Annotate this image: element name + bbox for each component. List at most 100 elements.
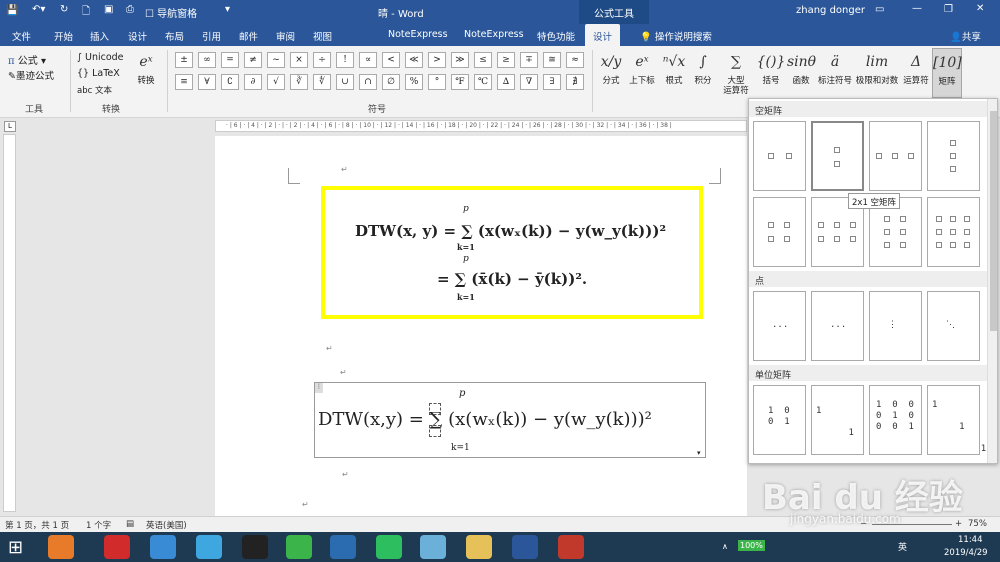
symbol-button[interactable]: ∓ (520, 52, 538, 68)
tab-insert[interactable]: 插入 (90, 29, 109, 43)
gallery-scrollbar[interactable] (987, 99, 997, 463)
identity-matrix-3[interactable]: 1 1 1 (927, 385, 986, 455)
structure-button-3[interactable]: ∫ 积分 (690, 48, 716, 86)
symbol-button[interactable]: ∆ (497, 74, 515, 90)
save-icon[interactable]: 💾 (6, 5, 18, 16)
tray-expand-icon[interactable]: ∧ (722, 542, 728, 551)
tab-special[interactable]: 特色功能 (537, 29, 575, 43)
symbol-button[interactable]: ∪ (336, 74, 354, 90)
file-explorer-icon[interactable] (466, 535, 492, 559)
symbol-button[interactable]: √ (267, 74, 285, 90)
minimize-icon[interactable]: — (912, 3, 922, 14)
matrix-3x3[interactable] (927, 197, 980, 267)
tell-me-search[interactable]: 💡 操作说明搜索 (640, 29, 712, 43)
convert-button[interactable]: eˣ 转换 (132, 48, 160, 86)
cloud-drive-icon[interactable] (196, 535, 222, 559)
equation-editor[interactable]: ⋮ DTW(x,y) = ∑ (x(wₓ(k)) − y(w_y(k)))² p… (314, 382, 706, 458)
share-button[interactable]: 👤共享 (950, 29, 981, 43)
structure-button-4[interactable]: ∑ 大型 运算符 (718, 48, 754, 96)
symbol-button[interactable]: < (382, 52, 400, 68)
symbol-button[interactable]: ∝ (359, 52, 377, 68)
new-doc-icon[interactable]: 🗋 (82, 4, 90, 21)
open-icon[interactable]: ▣ (104, 4, 113, 15)
structure-button-5[interactable]: {()} 括号 (756, 48, 786, 86)
structure-button-1[interactable]: eˣ 上下标 (627, 48, 657, 86)
tab-noteexpress-2[interactable]: NoteExpress (464, 29, 524, 40)
symbol-button[interactable]: ! (336, 52, 354, 68)
redo-icon[interactable]: ↻ (60, 4, 68, 15)
tab-references[interactable]: 引用 (202, 29, 221, 43)
battery-indicator[interactable]: 100% (738, 540, 765, 551)
symbol-button[interactable]: ≪ (405, 52, 423, 68)
equation-image[interactable]: DTW(x, y) = ∑ (x(wₓ(k)) − y(w_y(k)))² = … (321, 186, 703, 319)
equation-button[interactable]: π 公式 ▾ (8, 52, 46, 67)
noteexpress-icon[interactable] (330, 535, 356, 559)
windows-start-icon[interactable]: ⊞ (8, 537, 23, 558)
evernote-icon[interactable] (376, 535, 402, 559)
structure-button-6[interactable]: sinθ 函数 (787, 48, 816, 86)
clock-time[interactable]: 11:44 (958, 535, 983, 545)
matrix-placeholder-bottom[interactable] (429, 425, 441, 437)
word-count[interactable]: 1 个字 (86, 519, 111, 531)
matrix-3x1[interactable] (927, 121, 980, 191)
undo-icon[interactable]: ↶▾ (32, 4, 45, 15)
app-red-icon[interactable] (558, 535, 584, 559)
symbol-button[interactable]: ℃ (474, 74, 492, 90)
symbol-button[interactable]: ∂ (244, 74, 262, 90)
symbol-button[interactable]: ≫ (451, 52, 469, 68)
symbol-button[interactable]: ± (175, 52, 193, 68)
netease-music-icon[interactable] (104, 535, 130, 559)
tab-mailings[interactable]: 邮件 (239, 29, 258, 43)
ribbon-display-icon[interactable]: ▭ (875, 4, 884, 15)
zoom-level[interactable]: 75% (968, 519, 987, 529)
gallery-scroll-thumb[interactable] (990, 111, 997, 331)
app-icon[interactable] (420, 535, 446, 559)
ink-equation-button[interactable]: ✎墨迹公式 (8, 68, 54, 82)
symbol-button[interactable]: ∅ (382, 74, 400, 90)
symbol-button[interactable]: ~ (267, 52, 285, 68)
text-option[interactable]: abc 文本 (77, 84, 112, 96)
tab-noteexpress-1[interactable]: NoteExpress (388, 29, 448, 40)
matrix-1x3[interactable] (869, 121, 922, 191)
symbol-button[interactable]: ≠ (244, 52, 262, 68)
symbol-button[interactable]: ≤ (474, 52, 492, 68)
matrix-2x1[interactable] (811, 121, 864, 191)
symbol-button[interactable]: % (405, 74, 423, 90)
ime-indicator[interactable]: 英 (898, 540, 907, 553)
structure-button-9[interactable]: Δ 运算符 (901, 48, 931, 86)
dots-option-1[interactable]: ... (811, 291, 864, 361)
tab-view[interactable]: 视图 (313, 29, 332, 43)
tab-home[interactable]: 开始 (54, 29, 73, 43)
symbol-button[interactable]: × (290, 52, 308, 68)
wechat-icon[interactable] (286, 535, 312, 559)
symbol-button[interactable]: ∛ (290, 74, 308, 90)
symbol-button[interactable]: ∞ (198, 52, 216, 68)
qq-icon[interactable] (242, 535, 268, 559)
matrix-2x2[interactable] (753, 197, 806, 267)
identity-matrix-1[interactable]: 1 1 (811, 385, 864, 455)
structure-button-10[interactable]: [10] 矩阵 (932, 48, 962, 98)
language[interactable]: 英语(美国) (146, 519, 187, 531)
customize-qat-icon[interactable]: ▾ (225, 4, 230, 15)
structure-button-8[interactable]: lim 极限和对数 (855, 48, 899, 86)
symbol-button[interactable]: = (221, 52, 239, 68)
symbol-button[interactable]: ≥ (497, 52, 515, 68)
unicode-option[interactable]: ∫ Unicode (77, 52, 124, 63)
dots-option-0[interactable]: ... (753, 291, 806, 361)
tab-file[interactable]: 文件 (12, 29, 31, 43)
tab-equation-design[interactable]: 设计 (585, 24, 621, 46)
equation-handle-icon[interactable]: ⋮ (315, 383, 323, 393)
user-name[interactable]: zhang donger (796, 5, 865, 16)
zoom-in-icon[interactable]: + (955, 519, 962, 529)
identity-matrix-2[interactable]: 1 0 0 0 1 0 0 0 1 (869, 385, 922, 455)
symbol-button[interactable]: ∁ (221, 74, 239, 90)
symbol-button[interactable]: ≅ (543, 52, 561, 68)
symbol-button[interactable]: ∀ (198, 74, 216, 90)
structure-button-0[interactable]: x/y 分式 (597, 48, 625, 86)
symbol-button[interactable]: ∇ (520, 74, 538, 90)
symbol-button[interactable]: > (428, 52, 446, 68)
vertical-ruler[interactable] (3, 134, 16, 512)
eq2-formula[interactable]: DTW(x,y) = ∑ (x(wₓ(k)) − y(w_y(k)))² (318, 409, 652, 430)
symbol-button[interactable]: ÷ (313, 52, 331, 68)
identity-matrix-0[interactable]: 1 0 0 1 (753, 385, 806, 455)
